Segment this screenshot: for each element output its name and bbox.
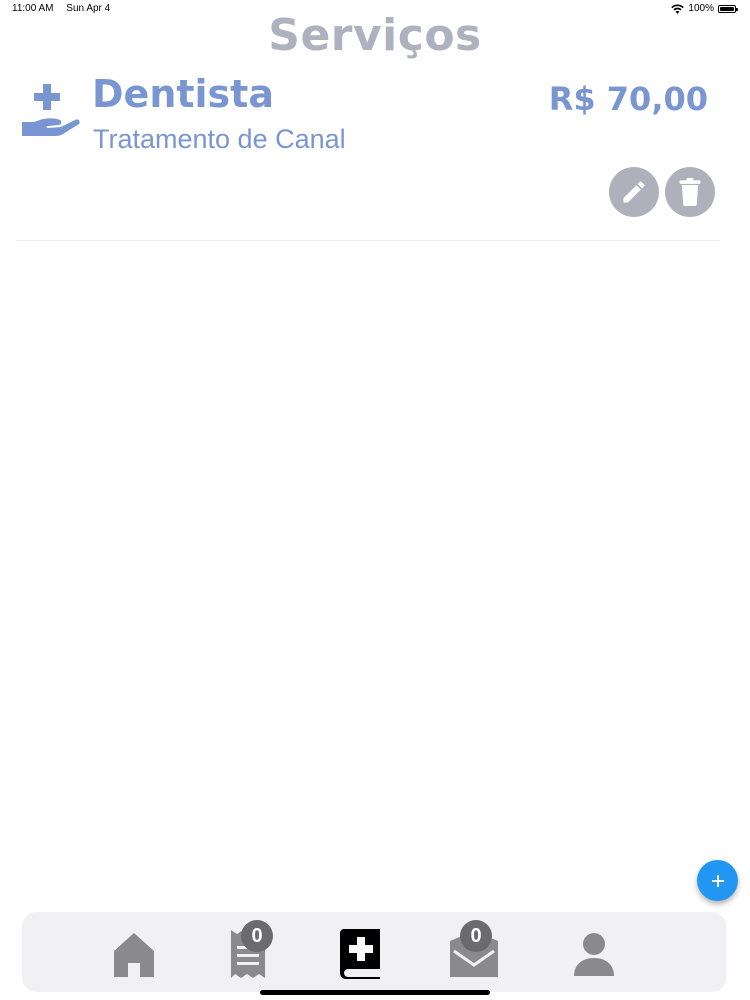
tab-services[interactable] <box>334 929 386 979</box>
service-list-item[interactable]: Dentista Tratamento de Canal R$ 70,00 <box>16 70 720 241</box>
tab-inbox[interactable]: 0 <box>448 920 500 978</box>
tab-bar: 0 0 <box>22 912 726 992</box>
medical-book-icon <box>340 929 380 979</box>
inbox-badge: 0 <box>460 920 492 952</box>
edit-button[interactable] <box>609 167 659 217</box>
home-indicator[interactable] <box>260 990 490 995</box>
plus-icon <box>711 874 724 887</box>
tab-receipts[interactable]: 0 <box>222 920 274 978</box>
tab-profile[interactable] <box>568 930 620 978</box>
pencil-icon <box>623 181 645 203</box>
delete-button[interactable] <box>665 167 715 217</box>
home-icon <box>114 933 154 977</box>
trash-icon <box>679 178 701 206</box>
user-icon <box>574 933 614 976</box>
service-price: R$ 70,00 <box>548 80 708 118</box>
service-name: Dentista <box>92 72 274 116</box>
service-description: Tratamento de Canal <box>93 124 346 154</box>
add-service-button[interactable] <box>697 860 738 901</box>
tab-home[interactable] <box>108 930 160 978</box>
hand-holding-medical-icon <box>22 84 80 136</box>
page-title: Serviços <box>268 10 482 61</box>
receipts-badge: 0 <box>241 920 273 952</box>
